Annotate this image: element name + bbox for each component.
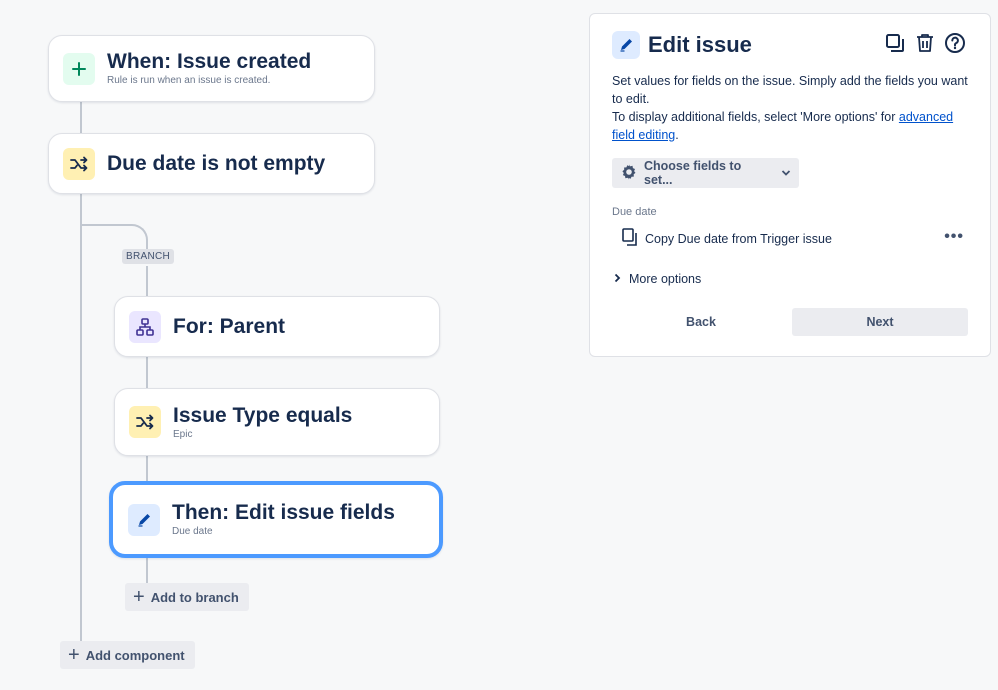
description-text: To display additional fields, select 'Mo…: [612, 110, 896, 124]
connector-line: [146, 356, 148, 388]
plus-icon: +: [68, 644, 80, 666]
description-end: .: [675, 128, 679, 142]
panel-description: Set values for fields on the issue. Simp…: [612, 72, 972, 144]
add-to-branch-label: Add to branch: [150, 589, 239, 605]
trash-icon[interactable]: [914, 32, 936, 54]
chevron-right-icon: [614, 272, 621, 286]
branch-condition-subtitle: Epic: [173, 428, 193, 440]
connector-line: [80, 102, 82, 134]
add-component-label: Add component: [85, 647, 185, 663]
branch-badge: BRANCH: [122, 249, 175, 264]
trigger-title: When: Issue created: [107, 50, 312, 73]
plus-icon: [63, 52, 95, 85]
panel-header: Edit issue: [612, 31, 752, 59]
due-date-field-row[interactable]: Copy Due date from Trigger issue •••: [622, 227, 972, 251]
pencil-icon: [612, 31, 640, 59]
panel-title: Edit issue: [648, 32, 752, 57]
shuffle-icon: [63, 147, 95, 180]
description-line-1: Set values for fields on the issue. Simp…: [612, 74, 968, 106]
add-to-branch-button[interactable]: + Add to branch: [125, 583, 249, 611]
back-button[interactable]: Back: [612, 308, 790, 336]
copy-icon: [622, 227, 638, 251]
branch-condition-title: Issue Type equals: [173, 403, 353, 427]
copy-icon[interactable]: [884, 32, 906, 54]
choose-fields-dropdown[interactable]: Choose fields to set...: [612, 158, 799, 188]
more-actions-icon[interactable]: •••: [944, 228, 964, 246]
branch-action-card[interactable]: Then: Edit issue fields Due date: [109, 481, 443, 558]
description-line-2: To display additional fields, select 'Mo…: [612, 108, 972, 144]
more-options-toggle[interactable]: More options: [614, 272, 701, 286]
pencil-icon: [128, 503, 160, 536]
due-date-value: Copy Due date from Trigger issue: [645, 232, 832, 246]
more-options-label: More options: [629, 272, 702, 286]
branch-condition-card[interactable]: Issue Type equals Epic: [114, 388, 440, 456]
edit-issue-panel: Edit issue Set values for fields on the …: [589, 13, 991, 357]
gear-icon: [620, 163, 638, 184]
branch-action-subtitle: Due date: [172, 526, 213, 537]
chevron-down-icon: [781, 166, 791, 180]
condition-card[interactable]: Due date is not empty: [48, 133, 375, 194]
connector-line: [146, 558, 148, 584]
next-button[interactable]: Next: [792, 308, 968, 336]
trigger-subtitle: Rule is run when an issue is created.: [107, 75, 271, 86]
hierarchy-icon: [129, 310, 161, 343]
add-component-button[interactable]: + Add component: [60, 641, 195, 669]
panel-tools: [884, 32, 966, 54]
choose-fields-label: Choose fields to set...: [644, 159, 742, 187]
connector-line: [146, 456, 148, 482]
shuffle-icon: [129, 406, 161, 438]
plus-icon: +: [133, 586, 145, 608]
due-date-label: Due date: [612, 206, 657, 218]
branch-for-title: For: Parent: [173, 314, 286, 338]
help-icon[interactable]: [944, 32, 966, 54]
branch-action-title: Then: Edit issue fields: [172, 501, 395, 524]
branch-for-card[interactable]: For: Parent: [114, 296, 440, 357]
condition-title: Due date is not empty: [107, 151, 326, 175]
trigger-card[interactable]: When: Issue created Rule is run when an …: [48, 35, 375, 102]
connector-line: [146, 266, 148, 296]
